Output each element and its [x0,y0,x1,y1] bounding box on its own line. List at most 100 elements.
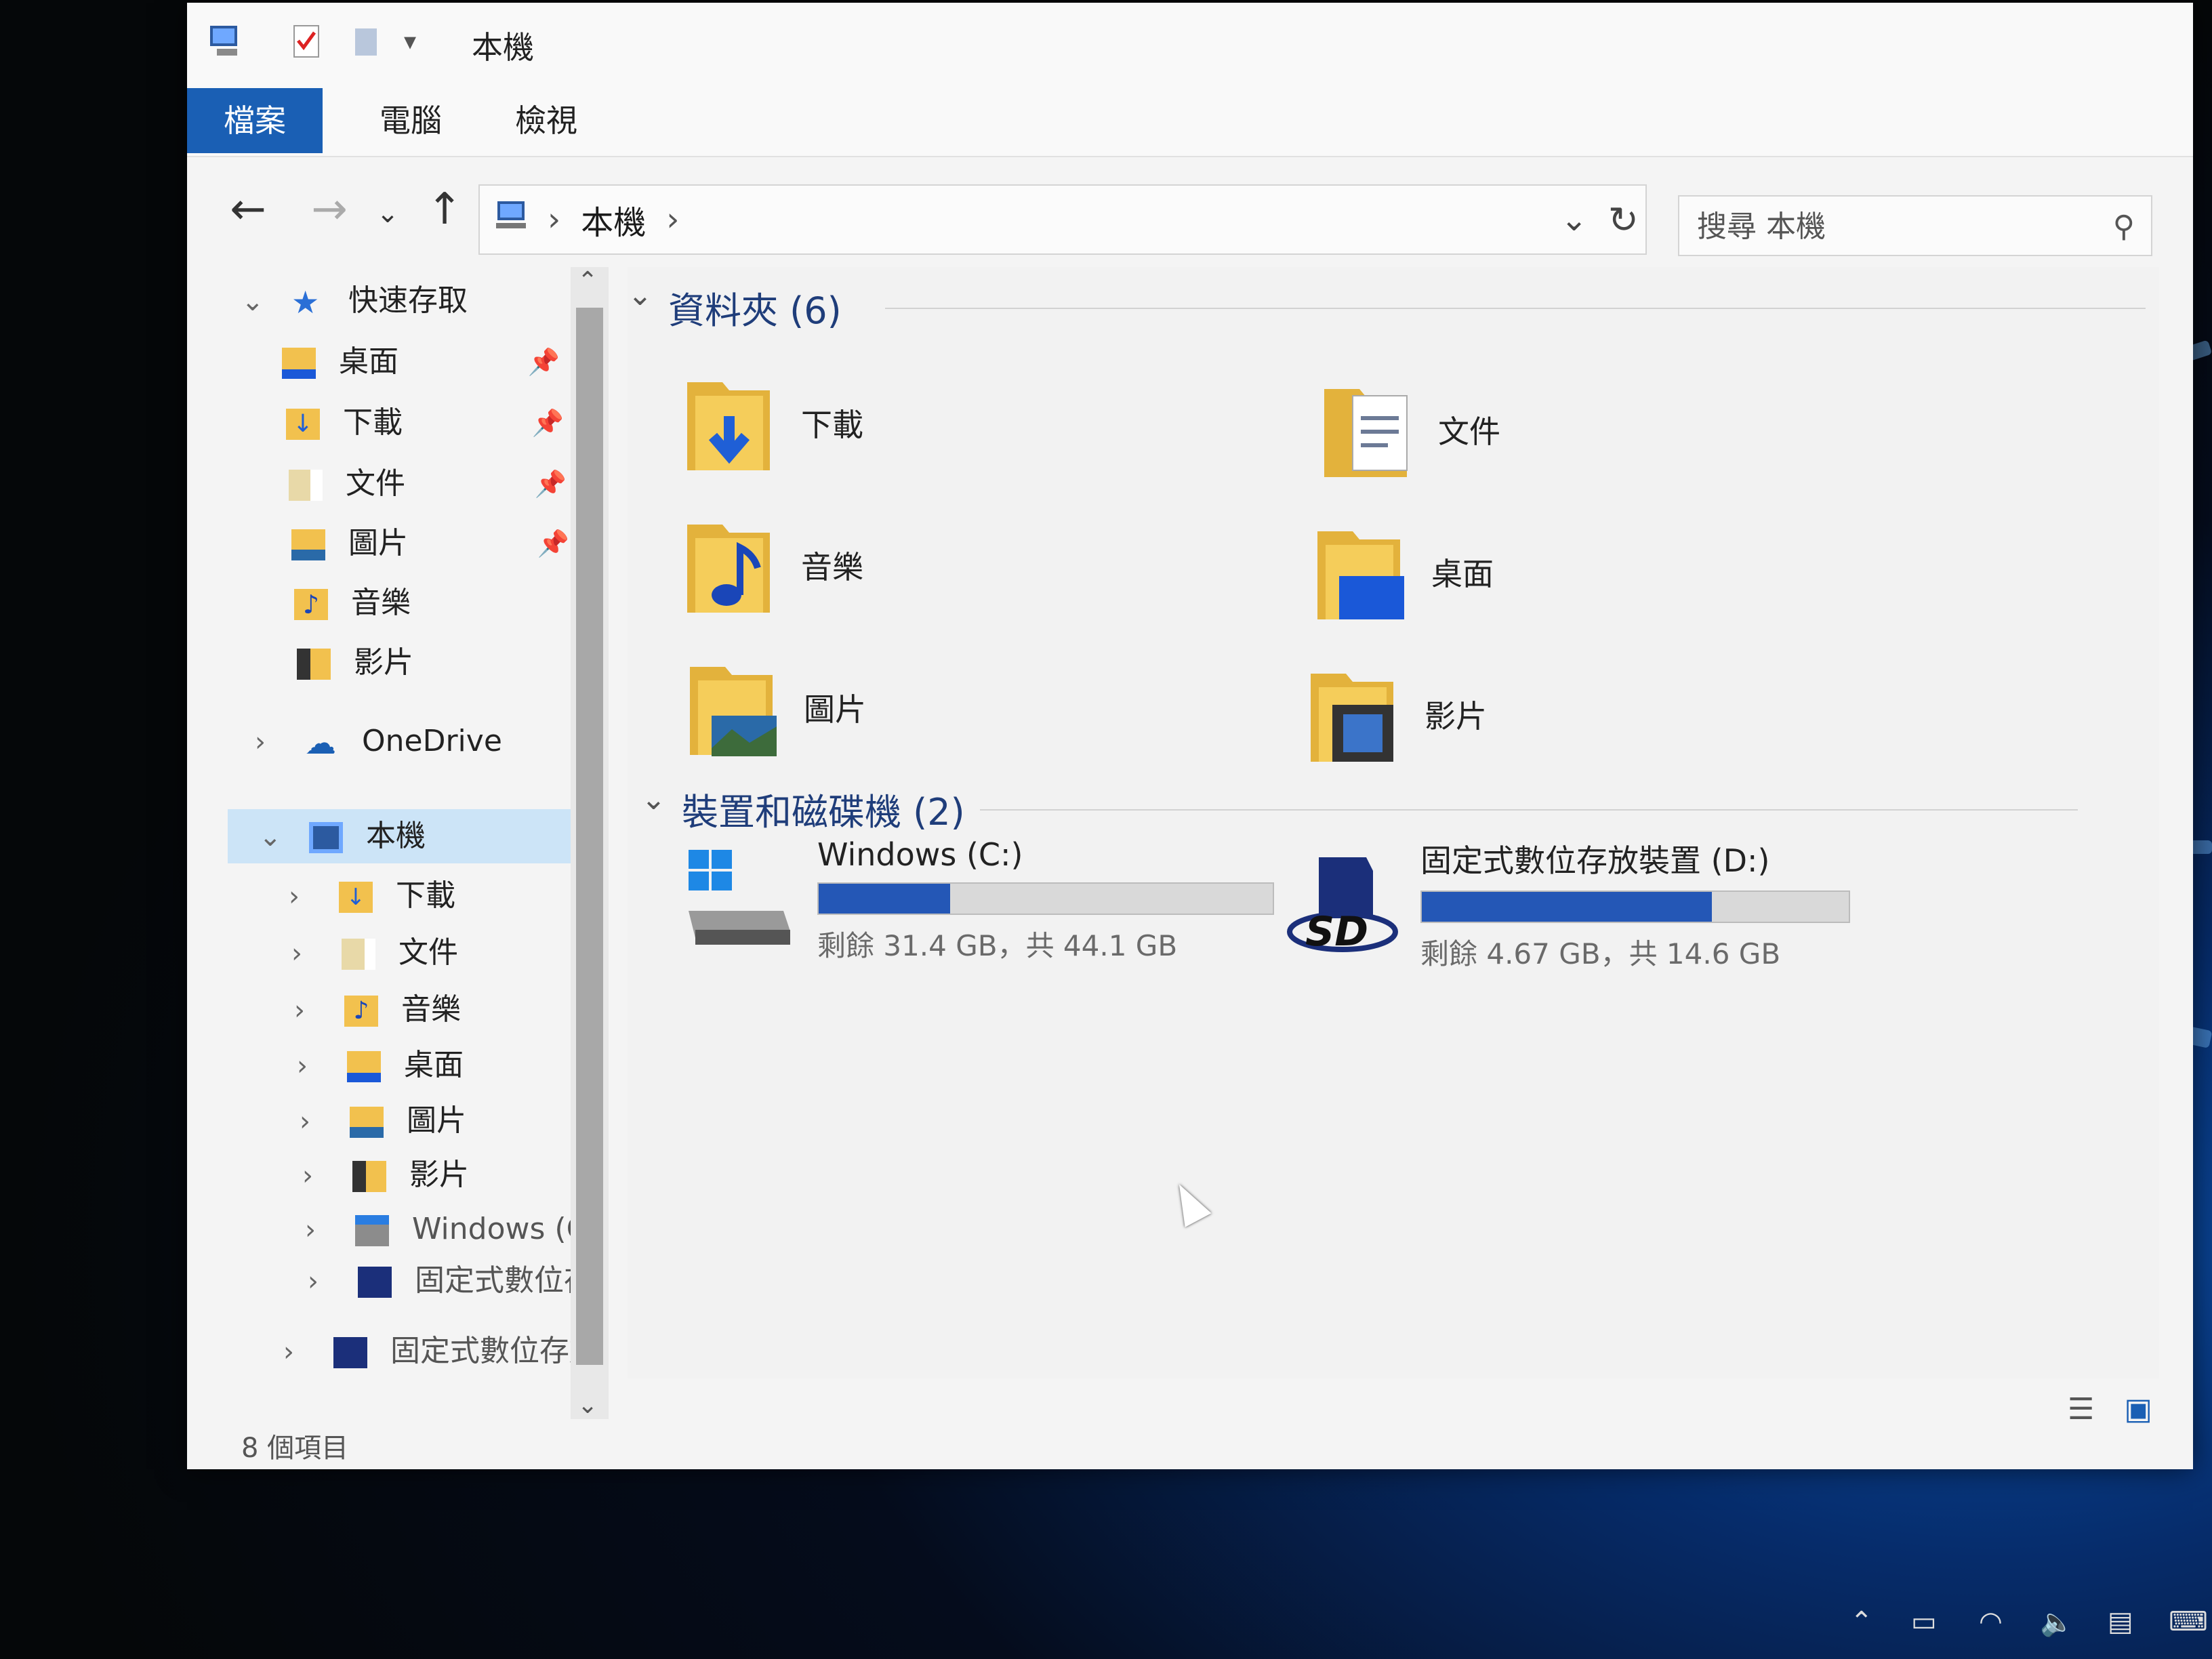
sidebar-item-removable-d[interactable]: › 固定式數位存放裝置 (D:) [283,1324,602,1378]
folders-group-header[interactable]: 資料夾 (6) [668,281,842,334]
sd-card-icon [333,1337,367,1368]
videos-folder-icon [352,1161,386,1192]
tab-view[interactable]: 檢視 [478,88,614,153]
recent-locations-icon[interactable]: ⌄ [361,198,415,229]
sidebar-item-pc-videos[interactable]: › 影片 [302,1148,594,1202]
tray-chevron-up-icon[interactable]: ⌃ [1850,1606,1873,1637]
drive-tile-c[interactable]: Windows (C:) 剩餘 31.4 GB，共 44.1 GB [682,836,1274,964]
pin-icon[interactable]: 📌 [537,516,569,571]
tab-file[interactable]: 檔案 [187,88,323,153]
desktop-folder-icon [282,348,316,379]
desktop-folder-icon [347,1051,381,1082]
properties-icon[interactable] [289,22,327,62]
folder-tile-pictures[interactable]: 圖片 [684,640,866,775]
svg-text:SD: SD [1305,908,1368,956]
sidebar-item-pc-desktop[interactable]: › 桌面 [297,1038,588,1092]
sidebar-item-downloads[interactable]: ↓ 下載 📌 [286,396,564,450]
breadcrumb-separator[interactable]: › [666,201,679,239]
music-folder-icon [682,511,777,619]
chevron-down-icon[interactable]: ⌄ [259,810,300,863]
battery-icon[interactable]: ▭ [1911,1606,1937,1637]
pictures-folder-icon [291,529,325,560]
chevron-right-icon[interactable]: › [302,1149,343,1202]
content-pane: ⌄ 資料夾 (6) 下載 文件 音樂 桌面 圖片 影片 ⌄ 裝置和磁碟機 (2)… [628,267,2159,1378]
sidebar-item-pc-documents[interactable]: › 文件 [291,926,583,980]
address-bar[interactable]: › 本機 › ⌄ ↻ [478,184,1647,255]
folder-tile-documents[interactable]: 文件 [1319,362,1500,497]
window-title: 本機 [472,29,534,66]
desktop-folder-icon [1312,518,1407,626]
chevron-right-icon[interactable]: › [308,1254,348,1308]
pictures-folder-icon [684,653,779,762]
sidebar-scrollbar[interactable]: ⌃ ⌄ [571,267,609,1419]
videos-folder-icon [1305,660,1400,769]
sidebar-item-pictures[interactable]: 圖片 📌 [291,516,569,571]
breadcrumb-this-pc[interactable]: 本機 [581,196,646,243]
title-bar: ▾ 本機 — ☐ ✕ [187,3,2193,135]
navigation-bar: ← → ⌄ ↑ › 本機 › ⌄ ↻ 搜尋 本機 ⚲ [187,157,2193,266]
sidebar-item-music[interactable]: ♪ 音樂 [294,576,572,630]
chevron-right-icon[interactable]: › [305,1203,346,1256]
large-icons-view-icon[interactable]: ▣ [2124,1392,2152,1427]
keyboard-icon[interactable]: ⌨ [2169,1606,2208,1637]
back-arrow-icon[interactable]: ← [221,184,275,234]
sidebar-item-documents[interactable]: 文件 📌 [289,457,567,511]
documents-folder-icon [289,470,323,501]
group-divider [980,809,2078,811]
volume-icon[interactable]: 🔈 [2040,1606,2074,1638]
scroll-up-icon[interactable]: ⌃ [577,267,598,295]
chevron-right-icon[interactable]: › [297,1039,337,1092]
drives-group-header[interactable]: 裝置和磁碟機 (2) [682,782,965,836]
pictures-folder-icon [350,1107,384,1138]
sidebar-item-onedrive[interactable]: › ☁ OneDrive [255,714,594,769]
customize-qat-icon[interactable]: ▾ [404,22,442,62]
search-input[interactable]: 搜尋 本機 ⚲ [1678,195,2152,256]
address-dropdown-icon[interactable]: ⌄ [1561,201,1588,239]
wifi-icon[interactable]: ◠ [1979,1606,2003,1637]
folder-tile-desktop[interactable]: 桌面 [1312,504,1494,640]
pin-icon[interactable]: 📌 [535,457,567,511]
chevron-right-icon[interactable]: › [291,926,332,980]
sidebar-item-videos[interactable]: 影片 [297,636,575,690]
forward-arrow-icon[interactable]: → [302,184,356,234]
chevron-right-icon[interactable]: › [294,983,335,1037]
downloads-folder-icon [682,369,777,477]
drive-tile-d[interactable]: SD 固定式數位存放裝置 (D:) 剩餘 4.67 GB，共 14.6 GB [1285,836,1850,972]
drive-c-usage-fill [819,884,951,914]
scrollbar-thumb[interactable] [576,308,603,1365]
drive-d-usage-fill [1422,892,1713,922]
folder-tile-music[interactable]: 音樂 [682,497,863,633]
details-view-icon[interactable]: ☰ [2068,1392,2094,1427]
tab-computer[interactable]: 電腦 [343,88,478,153]
drive-c-usage-bar [817,882,1274,915]
chevron-right-icon[interactable]: › [255,715,295,769]
sidebar-item-drive-c[interactable]: › Windows (C:) [305,1202,603,1256]
sidebar-item-desktop[interactable]: 桌面 📌 [282,335,560,389]
chevron-down-icon[interactable]: ⌄ [241,274,282,328]
sidebar-item-drive-d[interactable]: › 固定式數位存放裝置 (D:) [308,1254,606,1308]
music-folder-icon: ♪ [344,996,378,1027]
up-arrow-icon[interactable]: ↑ [417,184,472,234]
sidebar-item-pc-downloads[interactable]: › ↓ 下載 [289,869,580,923]
action-center-icon[interactable]: ▤ [2108,1606,2133,1637]
search-placeholder: 搜尋 本機 [1697,209,1826,244]
sidebar-item-quick-access[interactable]: ⌄ ★ 快速存取 [241,274,594,328]
chevron-right-icon[interactable]: › [289,869,329,923]
pin-icon[interactable]: 📌 [532,396,564,450]
drives-collapse-icon[interactable]: ⌄ [641,782,666,817]
refresh-icon[interactable]: ↻ [1608,199,1639,241]
sidebar-item-this-pc[interactable]: ⌄ 本機 [228,809,602,863]
chevron-right-icon[interactable]: › [283,1325,324,1378]
sidebar-item-pc-pictures[interactable]: › 圖片 [300,1094,591,1148]
folder-tile-downloads[interactable]: 下載 [682,355,863,491]
documents-folder-icon [342,939,375,970]
chevron-right-icon[interactable]: › [300,1094,340,1148]
new-folder-icon[interactable] [350,22,388,62]
scroll-down-icon[interactable]: ⌄ [577,1391,598,1419]
pin-icon[interactable]: 📌 [528,335,560,389]
computer-icon [309,822,343,853]
sidebar-item-pc-music[interactable]: › ♪ 音樂 [294,983,586,1037]
computer-icon[interactable] [207,22,245,62]
folder-tile-videos[interactable]: 影片 [1305,647,1487,782]
folders-collapse-icon[interactable]: ⌄ [628,278,653,312]
